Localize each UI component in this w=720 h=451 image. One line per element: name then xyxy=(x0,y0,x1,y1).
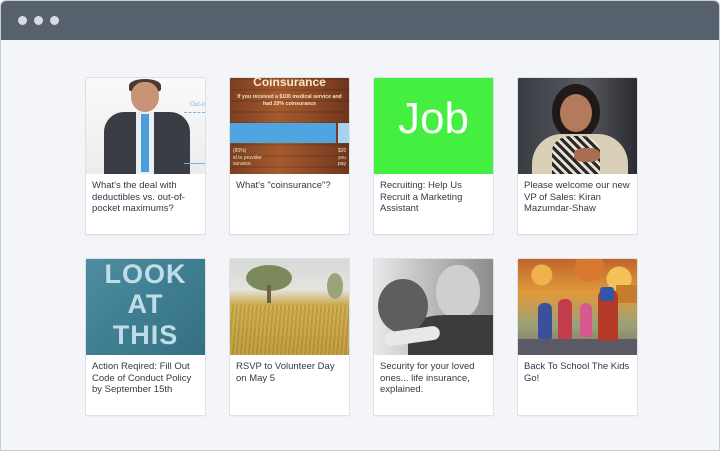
window-dot-minimize[interactable] xyxy=(34,16,43,25)
thumb-line-1: LOOK xyxy=(104,259,187,289)
thumbnail-hug xyxy=(374,259,493,355)
card-life-insurance[interactable]: Security for your loved ones... life ins… xyxy=(373,258,494,416)
window-dot-close[interactable] xyxy=(18,16,27,25)
card-deductibles[interactable]: Out-o What's the deal with deductibles v… xyxy=(85,77,206,235)
thumb-title: Coinsurance xyxy=(253,78,326,89)
card-grid: Out-o What's the deal with deductibles v… xyxy=(1,40,719,450)
browser-window: Out-o What's the deal with deductibles v… xyxy=(0,0,720,451)
thumbnail-job: Job xyxy=(374,78,493,174)
card-caption: What's the deal with deductibles vs. out… xyxy=(92,180,185,214)
portrait-face xyxy=(560,94,592,132)
thumbnail-school xyxy=(518,259,637,355)
thumb-foot-right: $20 you pay xyxy=(338,148,347,167)
thumbnail-look-at-this: LOOK AT THIS xyxy=(86,259,205,355)
field-tree-small xyxy=(327,273,343,299)
field-tree-trunk xyxy=(267,285,271,303)
card-caption: Action Reqired: Fill Out Code of Conduct… xyxy=(92,361,192,395)
thumb-line-3: THIS xyxy=(112,320,179,350)
school-kid xyxy=(558,299,572,339)
card-volunteer-day[interactable]: RSVP to Volunteer Day on May 5 xyxy=(229,258,350,416)
card-caption: Please welcome our new VP of Sales: Kira… xyxy=(524,180,630,214)
thumb-bar xyxy=(230,123,336,143)
dashed-line xyxy=(184,112,205,114)
card-recruiting[interactable]: Job Recruiting: Help Us Recruit a Market… xyxy=(373,77,494,235)
figure-head xyxy=(131,82,159,112)
hug-head xyxy=(378,279,428,333)
card-caption: Security for your loved ones... life ins… xyxy=(380,361,475,395)
thumbnail-portrait xyxy=(518,78,637,174)
school-path xyxy=(518,339,637,355)
school-kid xyxy=(538,303,552,339)
title-bar xyxy=(1,1,719,40)
school-kid xyxy=(580,303,592,337)
thumb-foot-left: (80%) id to provider surance xyxy=(233,148,262,167)
card-caption: Recruiting: Help Us Recruit a Marketing … xyxy=(380,180,463,214)
school-bus xyxy=(616,285,637,303)
thumb-bar-secondary xyxy=(338,123,349,143)
card-caption: Back To School The Kids Go! xyxy=(524,361,630,384)
portrait-hand xyxy=(574,148,600,162)
thumb-subtitle: If you received a $100 medical service a… xyxy=(237,94,342,107)
thumbnail-man-in-suit: Out-o xyxy=(86,78,205,174)
thumbnail-coinsurance: Coinsurance If you received a $100 medic… xyxy=(230,78,349,174)
window-dot-maximize[interactable] xyxy=(50,16,59,25)
card-conduct-policy[interactable]: LOOK AT THIS Action Reqired: Fill Out Co… xyxy=(85,258,206,416)
thumb-label: Out-o xyxy=(190,102,205,108)
card-back-to-school[interactable]: Back To School The Kids Go! xyxy=(517,258,638,416)
hug-face xyxy=(436,265,480,319)
card-caption: RSVP to Volunteer Day on May 5 xyxy=(236,361,335,384)
solid-line xyxy=(184,163,205,164)
thumb-word: Job xyxy=(398,94,469,143)
school-backpack xyxy=(600,287,614,301)
thumb-line-2: AT xyxy=(127,289,164,319)
field-grass xyxy=(230,305,349,355)
card-vp-sales[interactable]: Please welcome our new VP of Sales: Kira… xyxy=(517,77,638,235)
window-controls xyxy=(18,16,59,25)
thumbnail-field xyxy=(230,259,349,355)
card-caption: What's "coinsurance"? xyxy=(236,180,331,191)
card-coinsurance[interactable]: Coinsurance If you received a $100 medic… xyxy=(229,77,350,235)
figure-tie xyxy=(141,114,149,172)
